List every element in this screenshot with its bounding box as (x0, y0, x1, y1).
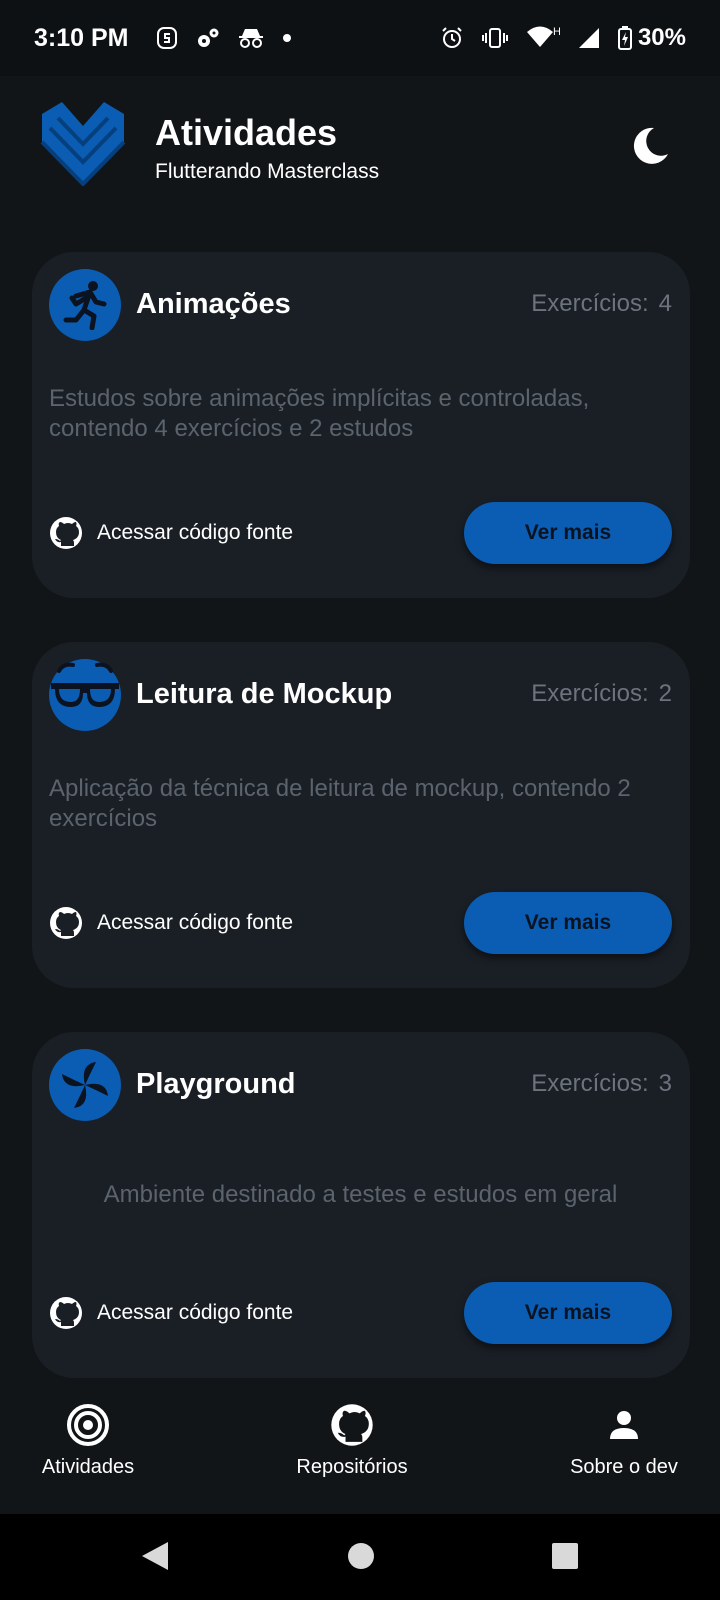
alarm-icon (440, 26, 464, 50)
source-code-link-label: Acessar código fonte (97, 911, 294, 934)
github-icon (50, 1297, 82, 1329)
nav-label: Atividades (41, 1456, 135, 1478)
moon-icon (633, 127, 668, 164)
glasses-icon (49, 659, 121, 731)
svg-text:H: H (553, 26, 560, 38)
source-code-link-label: Acessar código fonte (97, 521, 294, 544)
github-icon (50, 517, 82, 549)
card-title: Playground (136, 1068, 296, 1100)
activity-card-playground: Playground Exercícios: 3 Ambiente destina… (32, 1032, 690, 1378)
pinwheel-icon (49, 1049, 121, 1121)
home-button[interactable] (346, 1540, 376, 1577)
exercise-count: Exercícios: 3 (521, 1070, 672, 1098)
vibrate-icon (481, 27, 508, 49)
nav-label: Sobre o dev (570, 1456, 678, 1478)
person-icon (607, 1402, 641, 1448)
activity-card-leitura-de-mockup: Leitura de Mockup Exercícios: 2 Aplicação… (32, 642, 690, 988)
dot-icon (282, 33, 292, 43)
nav-label: Repositórios (296, 1456, 408, 1478)
target-icon (66, 1402, 110, 1448)
s-notification-icon (156, 26, 178, 50)
source-code-link[interactable]: Acessar código fonte (49, 906, 293, 940)
system-navigation-bar (0, 1514, 720, 1600)
ver-mais-button[interactable]: Ver mais (464, 502, 672, 564)
bottom-navigation: Atividades Repositórios Sobre o dev (0, 1382, 720, 1514)
theme-toggle-button[interactable] (628, 124, 672, 168)
flutterando-logo (40, 100, 126, 187)
source-code-link[interactable]: Acessar código fonte (49, 516, 293, 550)
settings-gears-icon (196, 27, 220, 49)
recents-square-icon (552, 1543, 578, 1569)
activity-card-animacoes: Animações Exercícios: 4 Estudos sobre ani… (32, 252, 690, 598)
wifi-icon: H (526, 25, 560, 51)
nav-item-atividades[interactable]: Atividades (18, 1382, 158, 1514)
status-time: 3:10 PM (34, 23, 129, 52)
card-description: Aplicação da técnica de leitura de mocku… (49, 775, 631, 832)
exercise-count-value: 4 (658, 290, 672, 317)
card-title: Animações (136, 288, 291, 320)
ver-mais-button[interactable]: Ver mais (464, 892, 672, 954)
card-title: Leitura de Mockup (136, 678, 393, 710)
github-icon (330, 1402, 374, 1448)
incognito-icon (238, 27, 264, 49)
exercise-count-value: 2 (658, 680, 672, 707)
exercise-count-label: Exercícios: (531, 680, 649, 707)
app-header: Atividades Flutterando Masterclass (0, 76, 720, 236)
ver-mais-button[interactable]: Ver mais (464, 1282, 672, 1344)
exercise-count-label: Exercícios: (531, 290, 649, 317)
cell-signal-icon (578, 27, 600, 49)
page-subtitle: Flutterando Masterclass (155, 160, 380, 183)
source-code-link[interactable]: Acessar código fonte (49, 1296, 293, 1330)
status-bar-right: H 30% (440, 24, 686, 52)
card-description: Ambiente destinado a testes e estudos em… (103, 1181, 618, 1208)
running-person-icon (49, 269, 121, 341)
nav-item-repositorios[interactable]: Repositórios (272, 1382, 432, 1514)
status-bar-left: 3:10 PM (34, 24, 292, 53)
recents-button[interactable] (550, 1540, 580, 1577)
battery-charging-icon (617, 26, 632, 50)
back-button[interactable] (140, 1540, 170, 1577)
status-bar: 3:10 PM H 30% (0, 0, 720, 76)
battery-percent: 30% (637, 24, 686, 51)
nav-item-sobre-o-dev[interactable]: Sobre o dev (548, 1382, 700, 1514)
home-circle-icon (348, 1543, 374, 1569)
exercise-count-label: Exercícios: (531, 1070, 649, 1097)
back-triangle-icon (142, 1542, 168, 1570)
source-code-link-label: Acessar código fonte (97, 1301, 294, 1324)
exercise-count: Exercícios: 2 (521, 680, 672, 708)
github-icon (50, 907, 82, 939)
page-title: Atividades (155, 112, 338, 153)
card-description: Estudos sobre animações implícitas e con… (49, 385, 590, 442)
exercise-count-value: 3 (658, 1070, 672, 1097)
exercise-count: Exercícios: 4 (521, 290, 672, 318)
